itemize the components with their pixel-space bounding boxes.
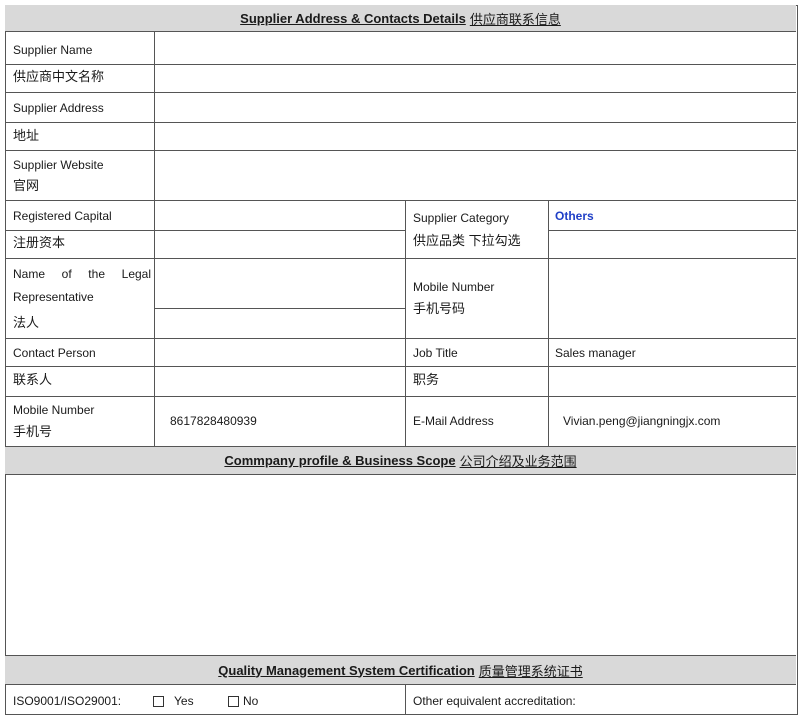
label-registered-capital: Registered Capital <box>13 209 112 223</box>
iso-yes-option[interactable]: Yes <box>153 693 194 709</box>
section-title-en: Quality Management System Certification <box>218 662 475 678</box>
label-supplier-website: Supplier Website <box>13 158 104 172</box>
section-header-contacts: Supplier Address & Contacts Details 供应商联系… <box>5 5 796 32</box>
label-supplier-name: Supplier Name <box>13 43 93 57</box>
section-title-en: Supplier Address & Contacts Details <box>240 10 466 26</box>
label-other-accreditation: Other equivalent accreditation: <box>413 694 576 708</box>
label-job-title-cn: 职务 <box>413 372 440 387</box>
label-iso: ISO9001/ISO29001: <box>13 694 122 708</box>
section-title-cn: 供应商联系信息 <box>469 12 561 28</box>
label-registered-capital-cn: 注册资本 <box>13 235 66 250</box>
label-email: E-Mail Address <box>413 414 494 428</box>
company-profile-area[interactable] <box>5 475 796 655</box>
section-header-profile: Commpany profile & Business Scope 公司介绍及业务… <box>5 446 796 475</box>
label-mobile-cn: 手机号 <box>13 424 53 439</box>
label-legal-rep: Name of the Legal <box>13 267 151 281</box>
yes-checkbox[interactable] <box>153 696 164 708</box>
label-contact-person-cn: 联系人 <box>13 372 53 387</box>
section-title-cn: 公司介绍及业务范围 <box>459 455 577 470</box>
section-header-quality: Quality Management System Certification 质… <box>5 655 796 685</box>
section-title-cn: 质量管理系统证书 <box>478 664 583 680</box>
label-supplier-name-cn: 供应商中文名称 <box>13 69 105 84</box>
section-title-en: Commpany profile & Business Scope <box>224 453 456 468</box>
label-legal-rep-2: Representative <box>13 290 94 304</box>
label-supplier-website-cn: 官网 <box>13 178 40 193</box>
supplier-form: Supplier Address & Contacts Details 供应商联系… <box>5 5 798 715</box>
label-mobile-number-cn: 手机号码 <box>413 301 466 316</box>
email-value[interactable]: Vivian.peng@jiangningjx.com <box>563 413 720 429</box>
label-contact-person: Contact Person <box>13 346 96 360</box>
job-title-value[interactable]: Sales manager <box>555 345 636 361</box>
label-mobile: Mobile Number <box>13 403 95 417</box>
label-legal-rep-cn: 法人 <box>13 315 40 330</box>
label-supplier-address-cn: 地址 <box>13 128 40 143</box>
label-job-title: Job Title <box>413 346 458 360</box>
label-supplier-address: Supplier Address <box>13 101 104 115</box>
mobile-value[interactable]: 8617828480939 <box>170 413 257 429</box>
supplier-category-dropdown[interactable]: Others <box>555 208 594 224</box>
label-mobile-number: Mobile Number <box>413 280 495 294</box>
no-checkbox[interactable] <box>228 696 239 708</box>
label-supplier-category: Supplier Category <box>413 211 510 225</box>
iso-no-option[interactable]: No <box>228 693 258 709</box>
label-supplier-category-cn: 供应品类 下拉勾选 <box>413 233 521 248</box>
